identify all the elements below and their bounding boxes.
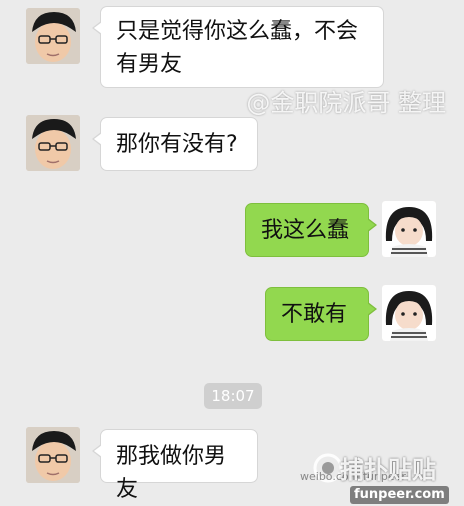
girl-avatar-icon [382,285,436,341]
sender-avatar[interactable] [26,427,80,483]
message-text-line: 只是觉得你这么蠢，不会 [116,19,359,44]
boy-avatar-icon [26,115,80,171]
own-avatar[interactable] [382,201,436,257]
own-avatar[interactable] [382,285,436,341]
message-text-line: 有男友 [116,52,183,77]
message-bubble-outgoing[interactable]: 不敢有 [265,287,377,341]
message-bubble-incoming[interactable]: 那你有没有? [92,117,258,171]
boy-avatar-icon [26,8,80,64]
message-bubble-incoming[interactable]: 那我做你男友 [92,429,258,502]
girl-avatar-icon [382,201,436,257]
watermark-site-url: funpeer.com [350,486,449,504]
watermark-site-name: 捕扑贴贴 [340,456,436,484]
message-bubble-incoming[interactable]: 只是觉得你这么蠢，不会 有男友 [92,6,384,88]
sender-avatar[interactable] [26,8,80,64]
timestamp-badge: 18:07 [204,383,262,409]
message-bubble-outgoing[interactable]: 我这么蠢 [245,203,377,257]
boy-avatar-icon [26,427,80,483]
watermark-credit: @金职院派哥 整理 [246,89,446,117]
sender-avatar[interactable] [26,115,80,171]
